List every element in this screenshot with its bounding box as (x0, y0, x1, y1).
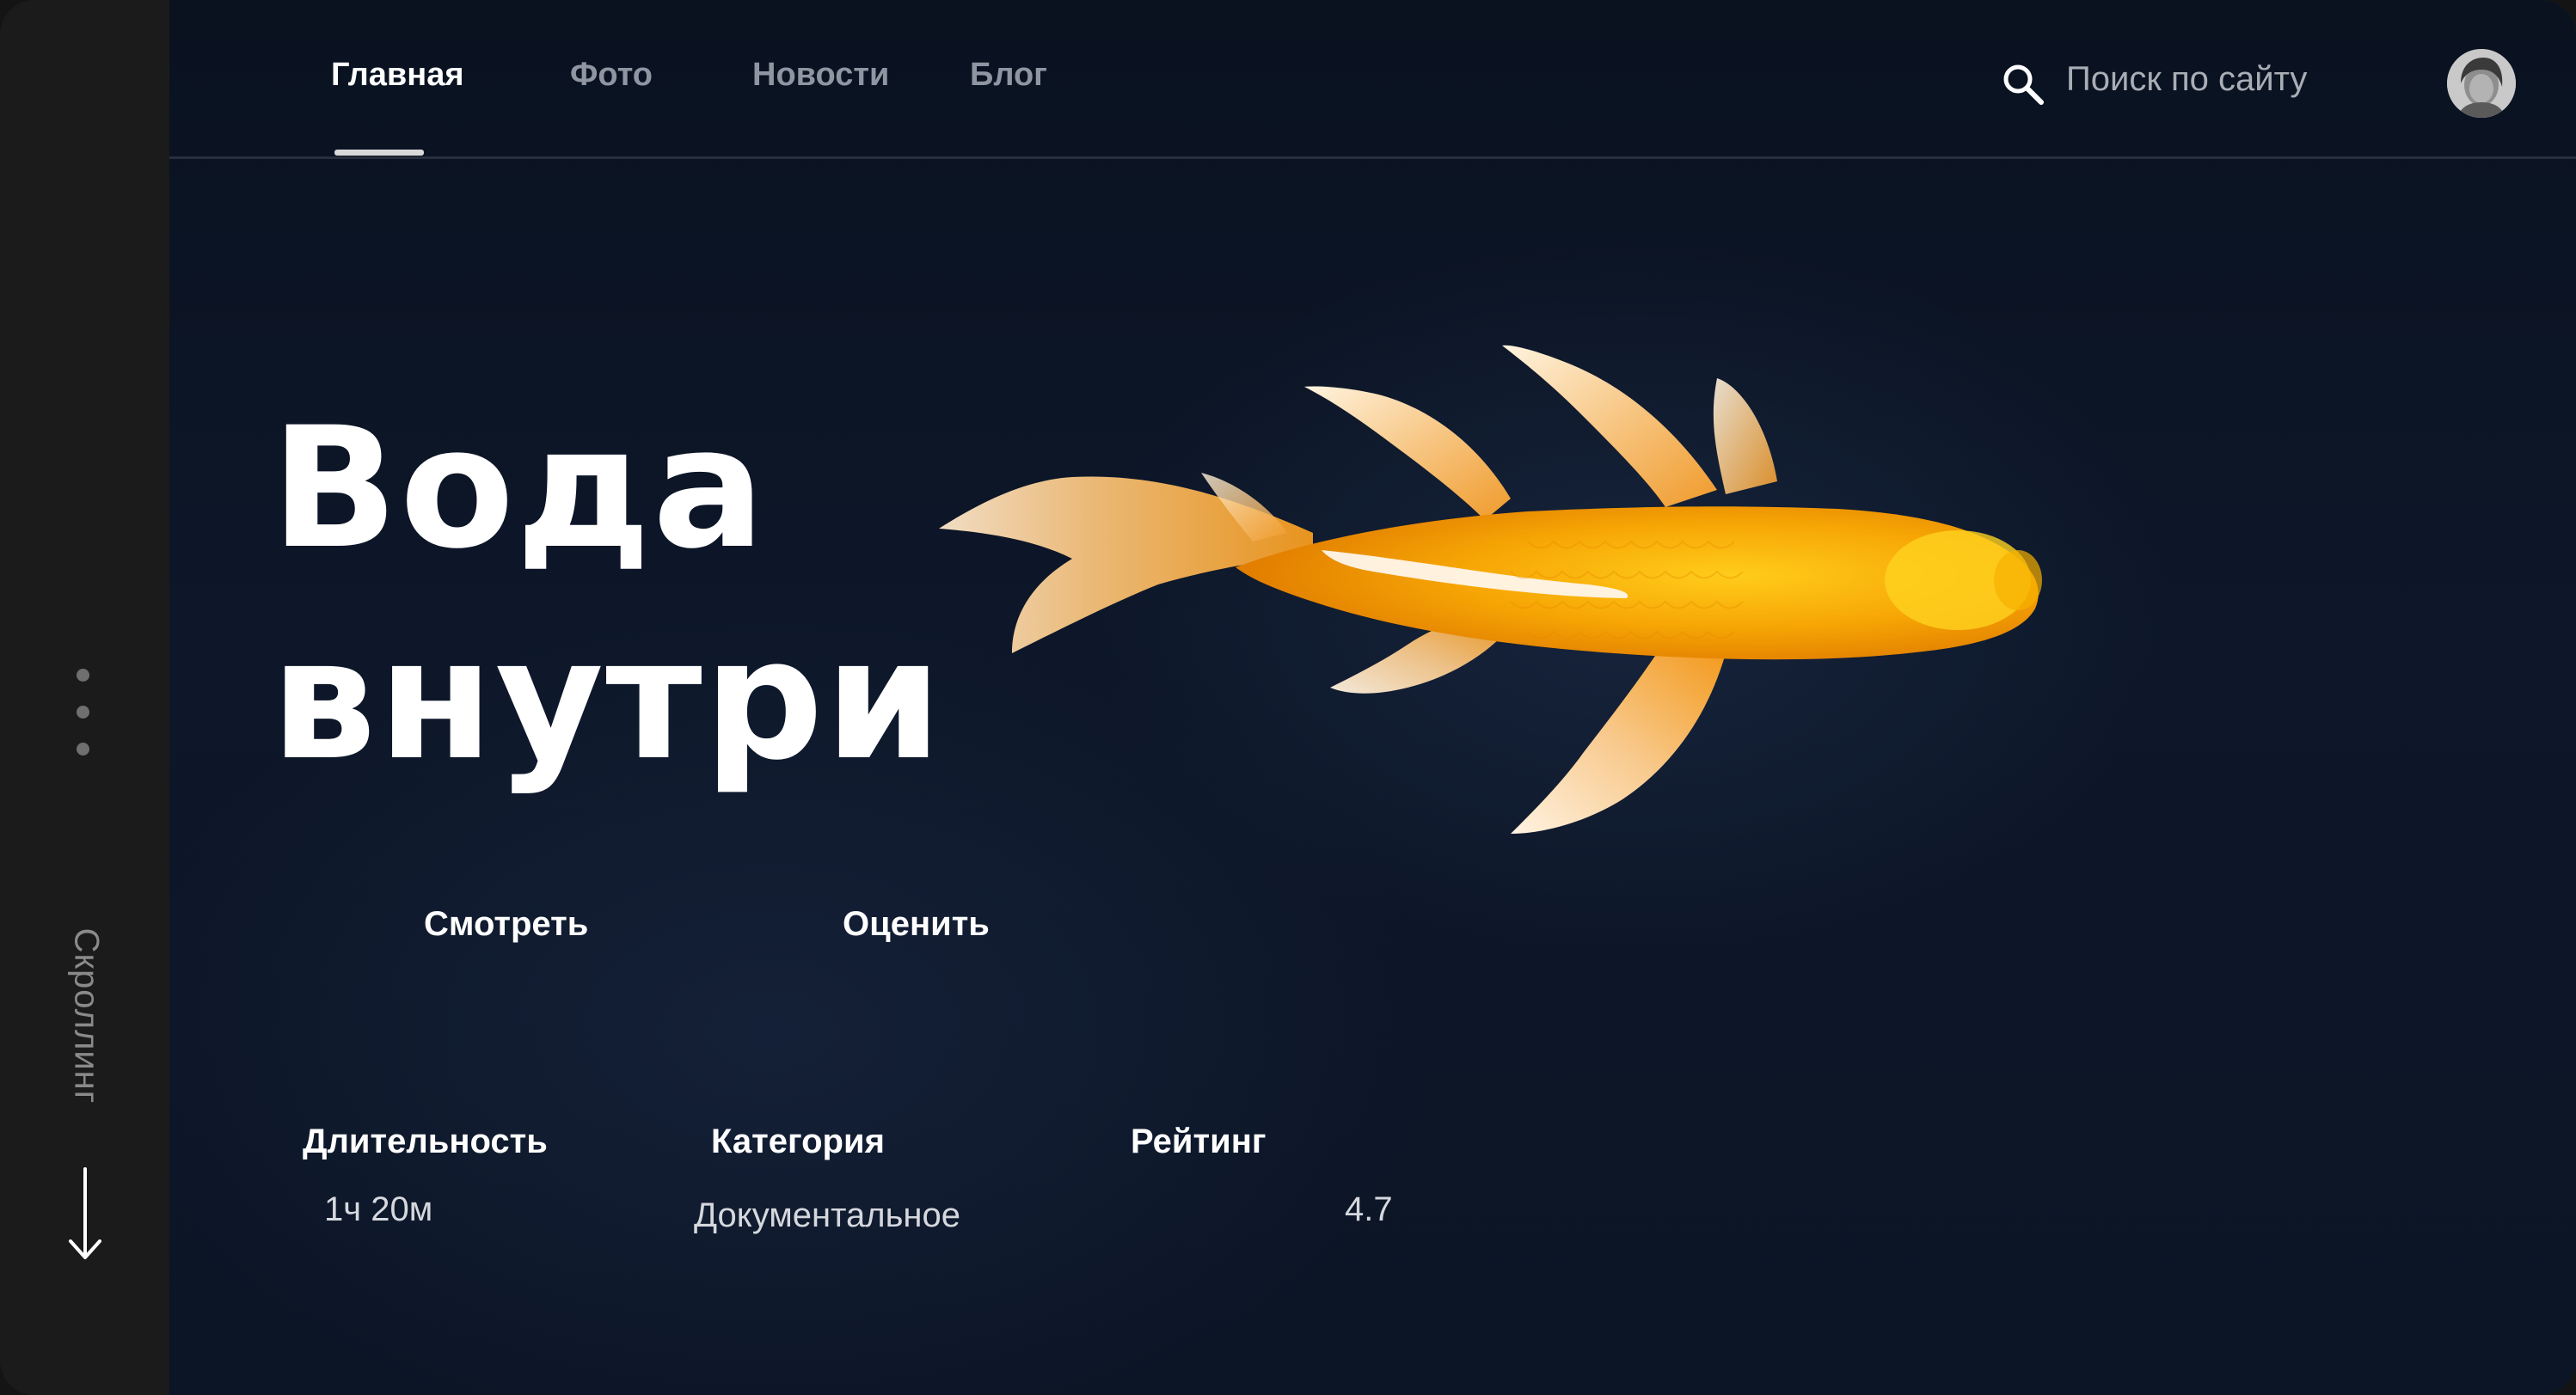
hero-title-line-2: внутри (271, 603, 944, 797)
active-tab-indicator (334, 150, 424, 156)
search-icon[interactable] (2001, 62, 2045, 107)
hero-section: Главная Фото Новости Блог Вода внутри (169, 0, 2576, 1395)
avatar[interactable] (2447, 49, 2516, 118)
header-divider (169, 156, 2576, 159)
category-label: Категория (711, 1123, 885, 1160)
nav-item-blog[interactable]: Блог (970, 57, 1047, 94)
hero-title-line-1: Вода (271, 391, 767, 585)
search-input[interactable] (2066, 53, 2358, 105)
arrow-down-icon[interactable] (65, 1167, 105, 1262)
hero-title: Вода внутри (271, 382, 944, 805)
watch-button[interactable]: Смотреть (424, 905, 588, 944)
nav-item-home[interactable]: Главная (331, 57, 464, 94)
category-value: Документальное (694, 1196, 960, 1234)
more-dots-icon[interactable] (77, 669, 92, 772)
sidebar: Скроллинг (0, 0, 169, 1395)
duration-value: 1ч 20м (324, 1190, 433, 1228)
nav-item-news[interactable]: Новости (752, 57, 889, 94)
nav-item-photo[interactable]: Фото (570, 57, 653, 94)
rating-value: 4.7 (1345, 1190, 1393, 1228)
scroll-label: Скроллинг (67, 927, 106, 1104)
duration-label: Длительность (303, 1123, 548, 1160)
rate-button[interactable]: Оценить (843, 905, 990, 944)
rating-label: Рейтинг (1131, 1123, 1267, 1160)
app-window: Скроллинг Главная Фото Новости Блог Поис… (0, 0, 2576, 1395)
koi-fish-image (939, 345, 2042, 834)
